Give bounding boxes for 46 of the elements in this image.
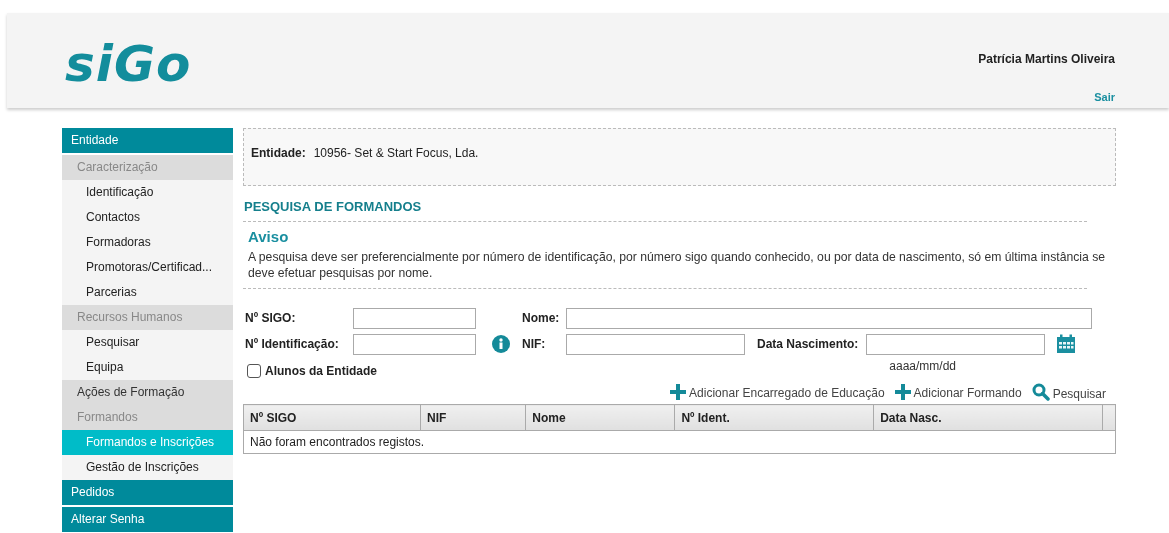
info-icon[interactable] [492,335,510,353]
menu-item[interactable]: Gestão de Inscrições [62,455,233,480]
id-input[interactable] [353,333,476,355]
menu-section[interactable]: Entidade [62,128,233,155]
column-header[interactable]: Data Nasc. [873,404,1103,431]
menu-group[interactable]: Ações de Formação [62,380,233,405]
entity-value: 10956- Set & Start Focus, Lda. [313,146,479,160]
menu-item[interactable]: Pesquisar [62,330,233,355]
field-label: NIF: [521,337,547,351]
column-header[interactable]: Nome [525,404,675,431]
calendar-icon[interactable] [1056,334,1076,354]
entity-students-checkbox[interactable]: Alunos da Entidade [247,364,377,378]
sigo-input[interactable] [353,307,476,329]
column-header[interactable]: NIF [420,404,526,431]
nif-input[interactable] [566,333,745,355]
search-icon [1031,383,1050,401]
notice-text: A pesquisa deve ser preferencialmente por número de identificação, por número sigo quando conhecido, ou por data de nascimento, só em última instância se deve efetuar pesquisas por nome. [248,249,1107,281]
field-label: Data Nascimento: [756,337,860,351]
name-input[interactable] [566,307,1092,329]
add-link[interactable]: Adicionar Formando [894,384,1022,400]
logout-link[interactable]: Sair [1094,91,1115,103]
menu-section[interactable]: Alterar Senha [62,507,233,533]
menu-item[interactable]: Equipa [62,355,233,380]
section-title: PESQUISA DE FORMANDOS [243,186,1087,222]
user-name: Patrícia Martins Oliveira [978,52,1115,66]
field-label: Nº Identificação: [244,337,340,351]
plus-icon [670,384,687,400]
field-label: Nome: [521,311,561,325]
plus-icon [894,384,911,400]
birth-date-input[interactable] [866,333,1045,355]
entity-label: Entidade: [251,146,306,160]
menu-item[interactable]: Formadoras [62,230,233,255]
menu-item[interactable]: Promotoras/Certificad... [62,255,233,280]
field-label: Nº SIGO: [244,311,297,325]
menu-item[interactable]: Contactos [62,205,233,230]
empty-message: Não foram encontrados registos. [243,430,1116,454]
column-header[interactable]: Nº SIGO [243,404,421,431]
notice-title: Aviso [248,228,290,245]
menu-section[interactable]: Pedidos [62,480,233,507]
menu-item[interactable]: Parcerias [62,280,233,305]
logo: siGo [64,34,192,95]
search-link[interactable]: Pesquisar [1031,383,1106,401]
date-format-hint: aaaa/mm/dd [889,359,956,373]
column-header[interactable]: Nº Ident. [674,404,874,431]
menu-item[interactable]: Identificação [62,180,233,205]
add-link[interactable]: Adicionar Encarregado de Educação [670,384,885,400]
